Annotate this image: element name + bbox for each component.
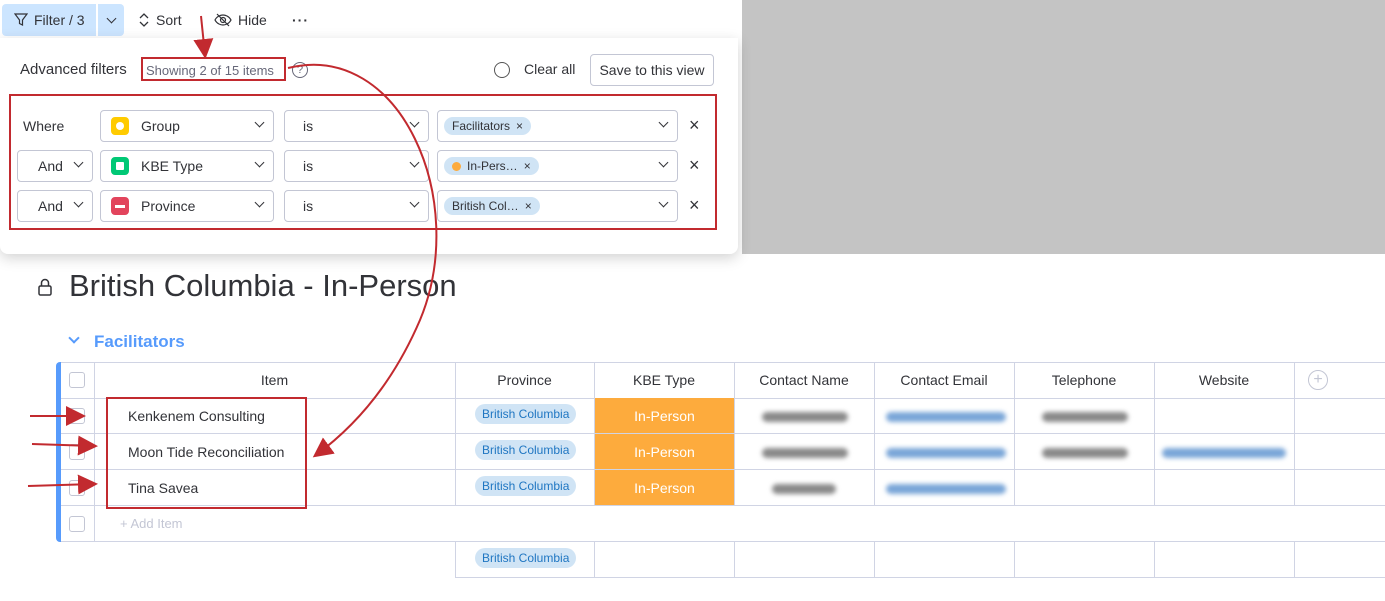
arrow-row-2 [31, 435, 98, 456]
arrow-showing-to-items [287, 63, 438, 458]
arrow-to-showing [193, 15, 214, 59]
annotation-arrows [27, 15, 438, 495]
arrow-row-3 [27, 474, 98, 495]
